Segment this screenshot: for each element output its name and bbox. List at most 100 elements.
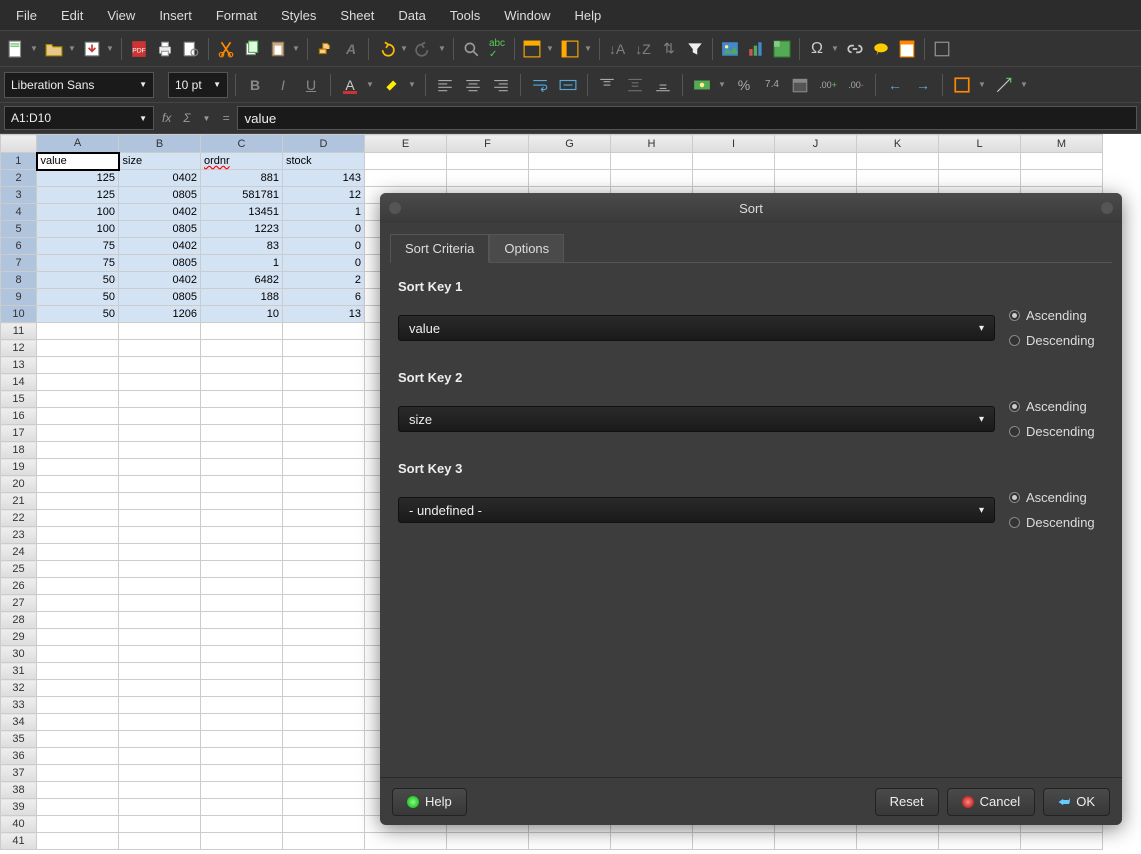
cell[interactable] — [447, 153, 529, 170]
cell[interactable]: size — [119, 153, 201, 170]
cell[interactable]: 0805 — [119, 289, 201, 306]
cell[interactable] — [37, 697, 119, 714]
dropdown-arrow-icon[interactable]: ▼ — [438, 44, 448, 53]
cell[interactable] — [365, 833, 447, 850]
cell[interactable] — [201, 816, 283, 833]
cell[interactable] — [201, 833, 283, 850]
dropdown-arrow-icon[interactable]: ▼ — [1020, 80, 1030, 89]
cell[interactable] — [37, 476, 119, 493]
add-decimal-icon[interactable]: .00+ — [816, 73, 840, 97]
cell[interactable] — [1021, 833, 1103, 850]
cell[interactable] — [119, 408, 201, 425]
cell[interactable] — [283, 663, 365, 680]
cell[interactable] — [37, 459, 119, 476]
cell[interactable] — [857, 170, 939, 187]
row-header[interactable]: 23 — [1, 527, 37, 544]
cell[interactable] — [119, 578, 201, 595]
cell[interactable]: 1 — [201, 255, 283, 272]
cell[interactable]: 12 — [283, 187, 365, 204]
cell[interactable] — [37, 527, 119, 544]
cell[interactable] — [201, 323, 283, 340]
cell[interactable]: 0805 — [119, 187, 201, 204]
cell[interactable]: 881 — [201, 170, 283, 187]
cancel-button[interactable]: Cancel — [947, 788, 1035, 816]
cell[interactable] — [365, 153, 447, 170]
cell[interactable]: ordnr — [201, 153, 283, 170]
pivot-icon[interactable] — [770, 37, 794, 61]
row-header[interactable]: 2 — [1, 170, 37, 187]
cell[interactable] — [37, 510, 119, 527]
align-top-icon[interactable] — [595, 73, 619, 97]
row-header[interactable]: 34 — [1, 714, 37, 731]
menu-help[interactable]: Help — [562, 2, 613, 29]
cell[interactable] — [201, 799, 283, 816]
row-header[interactable]: 6 — [1, 238, 37, 255]
dropdown-arrow-icon[interactable]: ▼ — [831, 44, 841, 53]
cell[interactable]: value — [37, 153, 119, 170]
italic-icon[interactable]: I — [271, 73, 295, 97]
cell[interactable] — [37, 442, 119, 459]
highlight-icon[interactable] — [380, 73, 404, 97]
cell[interactable] — [119, 799, 201, 816]
cell[interactable] — [283, 595, 365, 612]
sort-icon[interactable]: ⇅ — [657, 37, 681, 61]
cell[interactable] — [283, 323, 365, 340]
cell[interactable]: 100 — [37, 204, 119, 221]
undo-icon[interactable] — [374, 37, 398, 61]
cell[interactable]: 6482 — [201, 272, 283, 289]
equals-icon[interactable]: = — [218, 111, 233, 125]
menu-sheet[interactable]: Sheet — [328, 2, 386, 29]
column-icon[interactable] — [558, 37, 582, 61]
row-header[interactable]: 32 — [1, 680, 37, 697]
cell[interactable] — [119, 493, 201, 510]
cell[interactable] — [119, 765, 201, 782]
cell[interactable] — [119, 374, 201, 391]
align-right-icon[interactable] — [489, 73, 513, 97]
cell[interactable] — [119, 323, 201, 340]
chart-icon[interactable] — [744, 37, 768, 61]
column-header[interactable]: I — [693, 135, 775, 153]
cell[interactable] — [119, 748, 201, 765]
open-icon[interactable] — [42, 37, 66, 61]
cell[interactable] — [283, 782, 365, 799]
row-header[interactable]: 28 — [1, 612, 37, 629]
row-header[interactable]: 5 — [1, 221, 37, 238]
cell[interactable]: 1206 — [119, 306, 201, 323]
row-header[interactable]: 26 — [1, 578, 37, 595]
menu-view[interactable]: View — [95, 2, 147, 29]
cell[interactable] — [939, 833, 1021, 850]
cell[interactable] — [283, 493, 365, 510]
clone-format-icon[interactable] — [313, 37, 337, 61]
row-header[interactable]: 16 — [1, 408, 37, 425]
row-icon[interactable] — [520, 37, 544, 61]
cell[interactable] — [283, 357, 365, 374]
cell[interactable]: 1 — [283, 204, 365, 221]
cell[interactable] — [37, 391, 119, 408]
cell[interactable] — [37, 833, 119, 850]
cell[interactable] — [283, 510, 365, 527]
cell[interactable] — [119, 357, 201, 374]
row-header[interactable]: 14 — [1, 374, 37, 391]
cell[interactable] — [37, 340, 119, 357]
font-name-select[interactable]: Liberation Sans▼ — [4, 72, 154, 98]
cell[interactable] — [201, 748, 283, 765]
row-header[interactable]: 24 — [1, 544, 37, 561]
print-icon[interactable] — [153, 37, 177, 61]
row-header[interactable]: 17 — [1, 425, 37, 442]
cell[interactable] — [529, 153, 611, 170]
cell[interactable] — [119, 646, 201, 663]
menu-edit[interactable]: Edit — [49, 2, 95, 29]
sort-key-select-3[interactable]: - undefined -▾ — [398, 497, 995, 523]
cell[interactable] — [365, 170, 447, 187]
cell[interactable] — [201, 578, 283, 595]
cell[interactable] — [201, 476, 283, 493]
cell[interactable] — [283, 374, 365, 391]
cell[interactable] — [529, 170, 611, 187]
cell[interactable] — [201, 646, 283, 663]
cell[interactable] — [201, 561, 283, 578]
cell[interactable] — [201, 442, 283, 459]
cell[interactable] — [201, 425, 283, 442]
cell[interactable] — [37, 612, 119, 629]
cell[interactable]: 0402 — [119, 272, 201, 289]
cell[interactable] — [119, 612, 201, 629]
